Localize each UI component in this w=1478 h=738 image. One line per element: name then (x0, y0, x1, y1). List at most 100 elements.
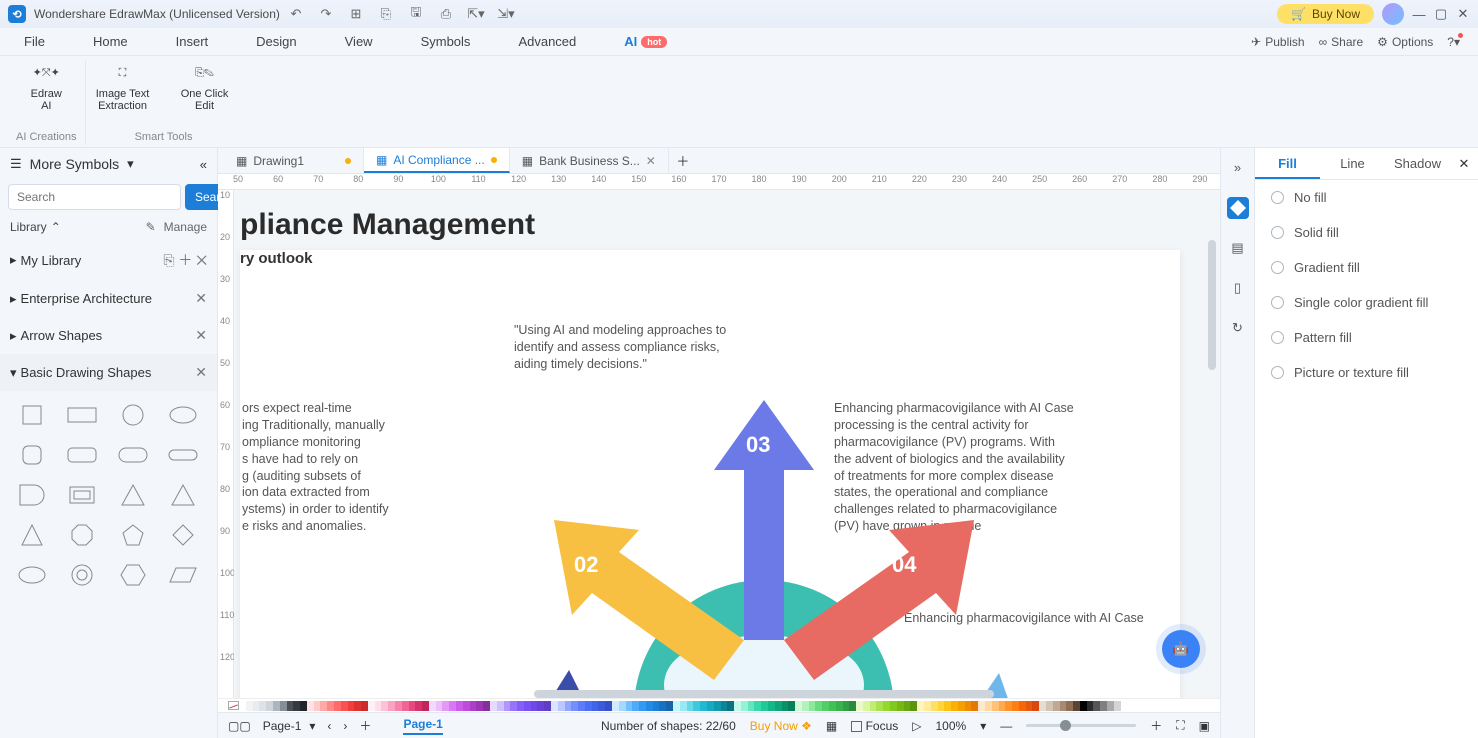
color-swatch[interactable] (870, 701, 877, 711)
zoom-dropdown-icon[interactable]: ▾ (980, 719, 986, 733)
color-swatch[interactable] (985, 701, 992, 711)
color-swatch[interactable] (327, 701, 334, 711)
color-swatch[interactable] (829, 701, 836, 711)
zoom-value[interactable]: 100% (936, 719, 967, 733)
menu-ai[interactable]: AIhot (600, 28, 691, 55)
color-swatch[interactable] (965, 701, 972, 711)
color-swatch[interactable] (551, 701, 558, 711)
color-swatch[interactable] (504, 701, 511, 711)
shape-diamond[interactable] (165, 521, 201, 549)
color-swatch[interactable] (259, 701, 266, 711)
ai-assistant-button[interactable]: 🤖 (1162, 630, 1200, 668)
chevron-up-icon[interactable]: ⌃ (51, 220, 61, 234)
close-section-icon[interactable]: ✕ (195, 327, 207, 344)
export-icon[interactable]: ⇱▾ (468, 6, 484, 22)
color-swatch[interactable] (585, 701, 592, 711)
color-swatch[interactable] (1107, 701, 1114, 711)
basic-shapes-section[interactable]: ▾ Basic Drawing Shapes ✕ (0, 354, 217, 391)
color-swatch[interactable] (409, 701, 416, 711)
color-swatch[interactable] (402, 701, 409, 711)
color-swatch[interactable] (605, 701, 612, 711)
color-swatch[interactable] (388, 701, 395, 711)
color-swatch[interactable] (565, 701, 572, 711)
color-swatch[interactable] (876, 701, 883, 711)
color-swatch[interactable] (775, 701, 782, 711)
color-swatch[interactable] (497, 701, 504, 711)
horizontal-scrollbar[interactable] (534, 690, 994, 698)
color-swatch[interactable] (1114, 701, 1121, 711)
vertical-scrollbar[interactable] (1208, 240, 1216, 370)
color-swatch[interactable] (910, 701, 917, 711)
color-swatch[interactable] (293, 701, 300, 711)
color-swatch[interactable] (483, 701, 490, 711)
my-library-actions[interactable]: ⎘ ＋ ✕ (163, 250, 207, 270)
color-swatch[interactable] (673, 701, 680, 711)
color-swatch[interactable] (1046, 701, 1053, 711)
save-icon[interactable]: 🖫 (408, 6, 424, 22)
color-swatch[interactable] (592, 701, 599, 711)
color-swatch[interactable] (999, 701, 1006, 711)
color-swatch[interactable] (707, 701, 714, 711)
symbol-search-input[interactable] (8, 184, 181, 210)
color-swatch[interactable] (1073, 701, 1080, 711)
fill-panel-icon[interactable] (1227, 197, 1249, 219)
arrow-shapes-section[interactable]: ▸ Arrow Shapes ✕ (0, 317, 217, 354)
color-swatch[interactable] (768, 701, 775, 711)
shape-pentagon[interactable] (115, 521, 151, 549)
color-swatch[interactable] (442, 701, 449, 711)
color-swatch[interactable] (253, 701, 260, 711)
more-symbols-header[interactable]: ☰ More Symbols▾ « (0, 148, 217, 180)
minimize-icon[interactable]: — (1412, 7, 1426, 21)
zoom-in-icon[interactable]: ＋ (1150, 717, 1162, 734)
color-swatch[interactable] (978, 701, 985, 711)
doc-tab-bank-business[interactable]: ▦Bank Business S... ✕ (510, 148, 669, 173)
edraw-ai-button[interactable]: ✦⤧✦ Edraw AI (17, 60, 75, 112)
shape-ellipse[interactable] (165, 401, 201, 429)
color-swatch[interactable] (300, 701, 307, 711)
color-swatch[interactable] (687, 701, 694, 711)
color-swatch[interactable] (531, 701, 538, 711)
shape-square[interactable] (14, 401, 50, 429)
shape-rounded-square[interactable] (14, 441, 50, 469)
page-panel-icon[interactable]: ▤ (1227, 237, 1249, 259)
color-swatch[interactable] (368, 701, 375, 711)
color-swatch[interactable] (639, 701, 646, 711)
color-swatch[interactable] (924, 701, 931, 711)
close-section-icon[interactable]: ✕ (195, 290, 207, 307)
shape-stadium[interactable] (165, 441, 201, 469)
shape-hexagon[interactable] (115, 561, 151, 589)
close-icon[interactable]: ✕ (1456, 7, 1470, 21)
color-swatch[interactable] (626, 701, 633, 711)
color-swatch[interactable] (931, 701, 938, 711)
color-swatch[interactable] (246, 701, 253, 711)
enterprise-arch-section[interactable]: ▸ Enterprise Architecture ✕ (0, 280, 217, 317)
fill-option-single-gradient[interactable]: Single color gradient fill (1255, 285, 1478, 320)
shape-rounded-rect[interactable] (64, 441, 100, 469)
add-tab-button[interactable]: ＋ (669, 148, 697, 173)
next-page-icon[interactable]: › (343, 719, 347, 733)
fill-option-picture[interactable]: Picture or texture fill (1255, 355, 1478, 390)
color-swatch[interactable] (1026, 701, 1033, 711)
color-swatch[interactable] (815, 701, 822, 711)
color-swatch[interactable] (843, 701, 850, 711)
color-swatch[interactable] (680, 701, 687, 711)
print-icon[interactable]: ⎙ (438, 6, 454, 22)
color-swatch[interactable] (897, 701, 904, 711)
color-swatch[interactable] (1053, 701, 1060, 711)
no-fill-swatch[interactable] (228, 701, 239, 710)
color-swatch[interactable] (598, 701, 605, 711)
one-click-edit-button[interactable]: ⎘✎ One Click Edit (176, 60, 234, 112)
color-swatch[interactable] (517, 701, 524, 711)
fullscreen-icon[interactable]: ▣ (1199, 719, 1210, 733)
add-page-icon[interactable]: ＋ (359, 717, 371, 734)
menu-advanced[interactable]: Advanced (494, 28, 600, 55)
color-swatch[interactable] (524, 701, 531, 711)
color-swatch[interactable] (904, 701, 911, 711)
color-swatch[interactable] (415, 701, 422, 711)
zoom-slider[interactable] (1026, 724, 1136, 727)
tab-line[interactable]: Line (1320, 148, 1385, 179)
undo-icon[interactable]: ↶ (288, 6, 304, 22)
color-swatch[interactable] (375, 701, 382, 711)
close-properties-icon[interactable]: ✕ (1450, 148, 1478, 179)
page-selector[interactable]: Page-1▾ (263, 719, 316, 733)
